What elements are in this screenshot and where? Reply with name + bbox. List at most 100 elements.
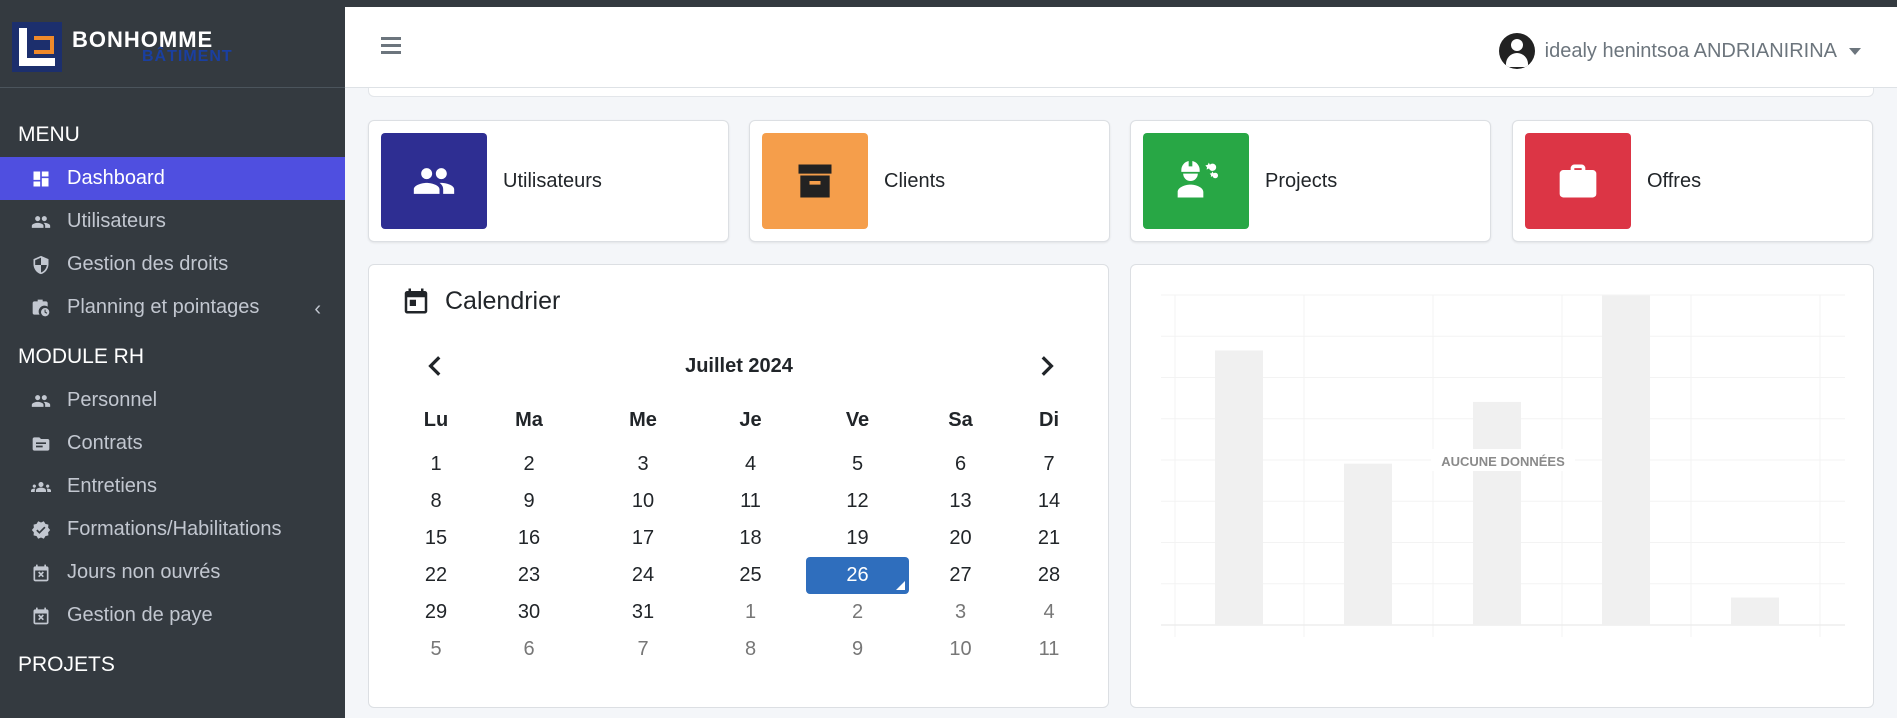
- calendar-month-label[interactable]: Juillet 2024: [529, 355, 949, 378]
- calendar-day[interactable]: 18: [695, 520, 806, 557]
- calendar-day[interactable]: 19: [806, 520, 909, 557]
- calendar-day[interactable]: 7: [1012, 446, 1086, 483]
- sidebar-item-gestion-de-paye[interactable]: Gestion de paye: [0, 594, 345, 637]
- info-box-projects[interactable]: Projects: [1130, 120, 1491, 242]
- calendar-day[interactable]: 13: [909, 483, 1012, 520]
- user-avatar-icon: [1498, 33, 1535, 69]
- calendar-day[interactable]: 9: [467, 483, 591, 520]
- calendar-day[interactable]: 2: [467, 446, 591, 483]
- info-box-label: Clients: [884, 169, 946, 192]
- sidebar-section-header: MENU: [18, 123, 80, 146]
- calendar-day[interactable]: 7: [591, 631, 695, 668]
- calendar-day[interactable]: 23: [467, 557, 591, 594]
- calendar-day[interactable]: 1: [695, 594, 806, 631]
- sidebar-item-utilisateurs[interactable]: Utilisateurs: [0, 200, 345, 243]
- calendar-day[interactable]: 11: [695, 483, 806, 520]
- info-box-offres[interactable]: Offres: [1512, 120, 1873, 242]
- calendar-day[interactable]: 17: [591, 520, 695, 557]
- calendar-day[interactable]: 10: [591, 483, 695, 520]
- calendar-day[interactable]: 10: [909, 631, 1012, 668]
- sidebar-item-gestion-des-droits[interactable]: Gestion des droits: [0, 243, 345, 286]
- info-box-clients[interactable]: Clients: [749, 120, 1110, 242]
- calendar-grid: Lu Ma Me Je Ve Sa Di 1 2 3 4 5 6 7 8 9 10 11 12 13 14 15 16 17 1…: [405, 401, 1086, 668]
- menu-toggle-icon[interactable]: [381, 37, 401, 54]
- sidebar-item-planning-et-pointages[interactable]: Planning et pointages ‹: [0, 286, 345, 329]
- dashboard-icon: [30, 169, 52, 189]
- weekday-label: Sa: [948, 408, 973, 431]
- sidebar-item-dashboard[interactable]: Dashboard: [0, 157, 345, 200]
- calendar-week-row: 1234567: [405, 446, 1086, 483]
- calendar-day[interactable]: 1: [405, 446, 467, 483]
- calendar-day[interactable]: 31: [591, 594, 695, 631]
- shield-icon: [30, 255, 52, 275]
- calendar-day[interactable]: 3: [909, 594, 1012, 631]
- info-box-label: Projects: [1265, 169, 1338, 192]
- placeholder-bar: [1215, 350, 1263, 625]
- users-icon: [381, 133, 487, 229]
- calendar-day[interactable]: 20: [909, 520, 1012, 557]
- calendar-day[interactable]: 30: [467, 594, 591, 631]
- sidebar-item-entretiens[interactable]: Entretiens: [0, 465, 345, 508]
- weekday-label: Di: [1039, 408, 1059, 431]
- calendar-day[interactable]: 3: [591, 446, 695, 483]
- calendar-day[interactable]: 6: [467, 631, 591, 668]
- sidebar-item-personnel[interactable]: Personnel: [0, 379, 345, 422]
- sidebar-item-label: Gestion des droits: [67, 253, 229, 275]
- brand[interactable]: BONHOMME BÂTIMENT: [0, 7, 345, 88]
- sidebar-item-jours-non-ouvres[interactable]: Jours non ouvrés: [0, 551, 345, 594]
- calendar-x-icon: [30, 563, 52, 583]
- calendar-weekday-row: Lu Ma Me Je Ve Sa Di: [405, 401, 1086, 438]
- calendar-week-row: 5 6 7 8 9 10 11: [405, 631, 1086, 668]
- user-menu[interactable]: idealy henintsoa ANDRIANIRINA: [1498, 33, 1861, 69]
- calendar-day[interactable]: 9: [806, 631, 909, 668]
- sidebar-item-label: Formations/Habilitations: [67, 518, 282, 540]
- calendar-day-today[interactable]: 26: [806, 557, 909, 594]
- sidebar-item-contrats[interactable]: Contrats: [0, 422, 345, 465]
- sidebar-item-label: Entretiens: [67, 475, 158, 497]
- calendar-day[interactable]: 2: [806, 594, 909, 631]
- calendar-day[interactable]: 29: [405, 594, 467, 631]
- calendar-day[interactable]: 8: [695, 631, 806, 668]
- calendar-title: Calendrier: [445, 286, 561, 315]
- sidebar-item-formations-habilitations[interactable]: Formations/Habilitations: [0, 508, 345, 551]
- sidebar-item-label: Planning et pointages: [67, 296, 260, 318]
- calendar-day[interactable]: 21: [1012, 520, 1086, 557]
- calendar-day[interactable]: 11: [1012, 631, 1086, 668]
- sidebar-item-label: Personnel: [67, 389, 158, 411]
- verified-icon: [30, 520, 52, 540]
- sidebar-item-label: Contrats: [67, 432, 143, 454]
- calendar-day[interactable]: 8: [405, 483, 467, 520]
- users-icon: [30, 391, 52, 411]
- prev-month-button[interactable]: [423, 353, 449, 379]
- calendar-day[interactable]: 6: [909, 446, 1012, 483]
- calendar-day[interactable]: 24: [591, 557, 695, 594]
- top-header: idealy henintsoa ANDRIANIRINA: [345, 7, 1897, 88]
- engineer-icon: [1143, 133, 1249, 229]
- chart-card: AUCUNE DONNÉES: [1130, 264, 1874, 708]
- sidebar-item-label: Dashboard: [67, 167, 165, 189]
- calendar-day[interactable]: 4: [695, 446, 806, 483]
- placeholder-bar: [1473, 401, 1521, 625]
- sidebar-item-label: Gestion de paye: [67, 604, 213, 626]
- calendar-day[interactable]: 4: [1012, 594, 1086, 631]
- calendar-day[interactable]: 22: [405, 557, 467, 594]
- calendar-day[interactable]: 28: [1012, 557, 1086, 594]
- calendar-day[interactable]: 5: [405, 631, 467, 668]
- info-box-label: Offres: [1647, 169, 1702, 192]
- placeholder-bar: [1731, 597, 1779, 625]
- calendar-day[interactable]: 5: [806, 446, 909, 483]
- info-box-utilisateurs[interactable]: Utilisateurs: [368, 120, 729, 242]
- calendar-day[interactable]: 25: [695, 557, 806, 594]
- calendar-week-row: 29 30 31 1 2 3 4: [405, 594, 1086, 631]
- calendar-x-icon: [30, 606, 52, 626]
- calendar-day[interactable]: 27: [909, 557, 1012, 594]
- next-month-button[interactable]: [1033, 353, 1059, 379]
- brand-logo: [12, 22, 62, 72]
- chevron-left-icon: [428, 356, 441, 376]
- calendar-day[interactable]: 14: [1012, 483, 1086, 520]
- weekday-label: Je: [739, 408, 762, 431]
- briefcase-icon: [1525, 133, 1631, 229]
- calendar-day[interactable]: 16: [467, 520, 591, 557]
- calendar-day[interactable]: 12: [806, 483, 909, 520]
- calendar-day[interactable]: 15: [405, 520, 467, 557]
